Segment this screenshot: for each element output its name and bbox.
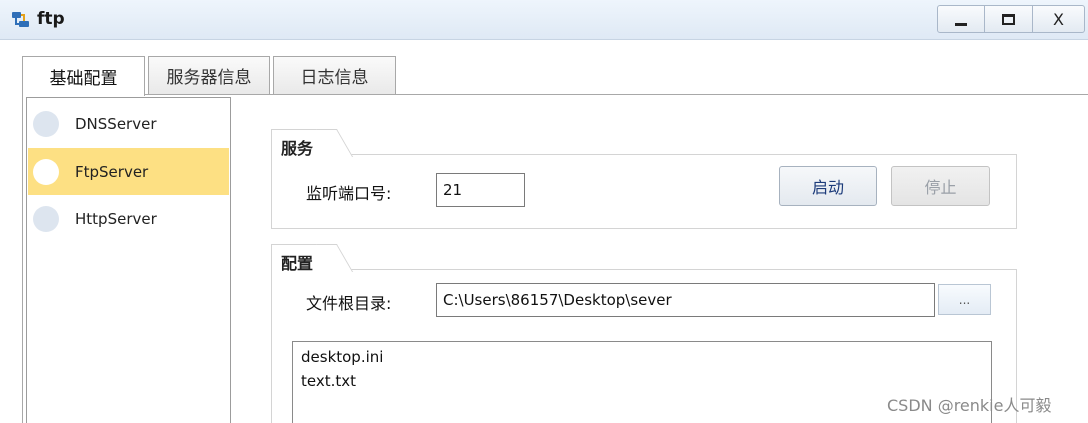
port-label: 监听端口号: xyxy=(306,184,392,203)
sidebar-item-httpserver[interactable]: HttpServer xyxy=(28,195,229,242)
ftp-app-icon xyxy=(12,12,29,27)
config-group-title: 配置 xyxy=(281,254,314,273)
close-button[interactable]: X xyxy=(1033,5,1085,33)
sidebar-item-label: DNSServer xyxy=(75,114,157,133)
list-item[interactable]: text.txt xyxy=(301,369,983,393)
title-bar: ftp X xyxy=(0,0,1088,40)
sidebar-item-label: HttpServer xyxy=(75,209,157,228)
maximize-icon xyxy=(1002,13,1015,25)
sidebar-item-dnsserver[interactable]: DNSServer xyxy=(28,100,229,147)
server-list: DNSServer FtpServer HttpServer xyxy=(26,97,231,423)
port-input[interactable] xyxy=(436,173,525,207)
tab-server-info[interactable]: 服务器信息 xyxy=(148,56,270,94)
root-dir-input[interactable] xyxy=(436,283,935,317)
root-dir-label: 文件根目录: xyxy=(306,294,392,313)
minimize-button[interactable] xyxy=(937,5,985,33)
maximize-button[interactable] xyxy=(985,5,1033,33)
sidebar-item-ftpserver[interactable]: FtpServer xyxy=(28,148,229,195)
tab-basic-config[interactable]: 基础配置 xyxy=(22,56,145,96)
server-status-icon xyxy=(33,110,59,137)
sidebar-item-label: FtpServer xyxy=(75,162,149,181)
watermark: CSDN @renkie人可毅 xyxy=(887,396,1052,415)
list-item[interactable]: desktop.ini xyxy=(301,345,983,369)
minimize-icon xyxy=(955,22,967,26)
tab-log-info[interactable]: 日志信息 xyxy=(273,56,396,94)
window-title: ftp xyxy=(37,9,65,29)
start-button[interactable]: 启动 xyxy=(779,166,877,206)
server-status-icon xyxy=(33,158,59,185)
stop-button[interactable]: 停止 xyxy=(891,166,990,206)
browse-button[interactable]: ... xyxy=(938,284,991,315)
server-status-icon xyxy=(33,205,59,232)
service-group-title: 服务 xyxy=(281,139,314,158)
